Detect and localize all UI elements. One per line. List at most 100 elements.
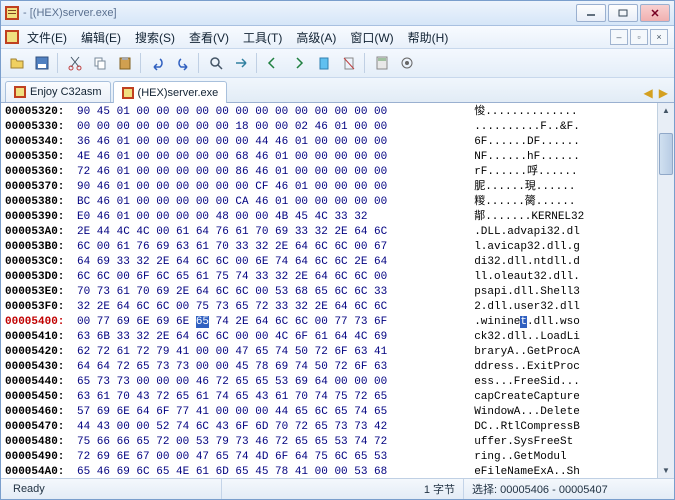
hex-bytes[interactable]: 36 46 01 00 00 00 00 00 00 44 46 01 00 0… [77, 135, 461, 150]
menu-file[interactable]: 文件(E) [21, 27, 73, 48]
hex-bytes[interactable]: 64 64 72 65 73 73 00 00 45 78 69 74 50 7… [77, 360, 461, 375]
hex-bytes[interactable]: 00 00 00 00 00 00 00 00 18 00 00 02 46 0… [77, 120, 461, 135]
hex-bytes[interactable]: 00 77 69 6E 69 6E 65 74 2E 64 6C 6C 00 7… [77, 315, 461, 330]
tb-bookmark-clear-icon[interactable] [337, 51, 361, 75]
hex-row[interactable]: 00005470:44 43 00 00 52 74 6C 43 6F 6D 7… [5, 420, 653, 435]
hex-bytes[interactable]: 63 61 70 43 72 65 61 74 65 43 61 70 74 7… [77, 390, 461, 405]
hex-bytes[interactable]: 75 66 66 65 72 00 53 79 73 46 72 65 65 5… [77, 435, 461, 450]
hex-row[interactable]: 000053F0:32 2E 64 6C 6C 00 75 73 65 72 3… [5, 300, 653, 315]
mdi-restore[interactable]: ▫ [630, 29, 648, 45]
hex-row[interactable]: 00005380:BC 46 01 00 00 00 00 00 CA 46 0… [5, 195, 653, 210]
hex-row[interactable]: 00005460:57 69 6E 64 6F 77 41 00 00 00 4… [5, 405, 653, 420]
tb-bookmark-toggle-icon[interactable] [312, 51, 336, 75]
hex-bytes[interactable]: 6C 6C 00 6F 6C 65 61 75 74 33 32 2E 64 6… [77, 270, 461, 285]
mdi-minimize[interactable]: – [610, 29, 628, 45]
tb-save-icon[interactable] [30, 51, 54, 75]
hex-ascii[interactable]: 2.dll.user32.dll [474, 300, 580, 315]
hex-ascii[interactable]: di32.dll.ntdll.d [474, 255, 580, 270]
hex-row[interactable]: 00005400:00 77 69 6E 69 6E 65 74 2E 64 6… [5, 315, 653, 330]
vertical-scrollbar[interactable]: ▲ ▼ [657, 103, 674, 478]
hex-bytes[interactable]: 70 73 61 70 69 2E 64 6C 6C 00 53 68 65 6… [77, 285, 461, 300]
hex-row[interactable]: 000053E0:70 73 61 70 69 2E 64 6C 6C 00 5… [5, 285, 653, 300]
hex-row[interactable]: 00005340:36 46 01 00 00 00 00 00 00 44 4… [5, 135, 653, 150]
hex-ascii[interactable]: DC..RtlCompressB [474, 420, 580, 435]
hex-bytes[interactable]: 44 43 00 00 52 74 6C 43 6F 6D 70 72 65 7… [77, 420, 461, 435]
hex-row[interactable]: 00005480:75 66 66 65 72 00 53 79 73 46 7… [5, 435, 653, 450]
hex-ascii[interactable]: 悛.............. [474, 105, 577, 120]
hex-bytes[interactable]: 90 46 01 00 00 00 00 00 00 CF 46 01 00 0… [77, 180, 461, 195]
scroll-up-icon[interactable]: ▲ [658, 103, 674, 118]
tb-calc-icon[interactable] [370, 51, 394, 75]
hex-bytes[interactable]: 32 2E 64 6C 6C 00 75 73 65 72 33 32 2E 6… [77, 300, 461, 315]
menu-search[interactable]: 搜索(S) [129, 27, 181, 48]
hex-ascii[interactable]: ddress..ExitProc [474, 360, 580, 375]
tb-redo-icon[interactable] [171, 51, 195, 75]
hex-ascii[interactable]: 胒......現...... [474, 180, 575, 195]
hex-row[interactable]: 000053B0:6C 00 61 76 69 63 61 70 33 32 2… [5, 240, 653, 255]
hex-content[interactable]: 00005320:90 45 01 00 00 00 00 00 00 00 0… [1, 103, 657, 478]
hex-ascii[interactable]: ck32.dll..LoadLi [474, 330, 580, 345]
hex-ascii[interactable]: psapi.dll.Shell3 [474, 285, 580, 300]
hex-row[interactable]: 000053D0:6C 6C 00 6F 6C 65 61 75 74 33 3… [5, 270, 653, 285]
hex-bytes[interactable]: 65 46 69 6C 65 4E 61 6D 65 45 78 41 00 0… [77, 465, 461, 478]
scroll-thumb[interactable] [659, 133, 673, 175]
hex-ascii[interactable]: WindowA...Delete [474, 405, 580, 420]
hex-ascii[interactable]: ring..GetModul [474, 450, 566, 465]
tb-cut-icon[interactable] [63, 51, 87, 75]
hex-ascii[interactable]: uffer.SysFreeSt [474, 435, 573, 450]
menu-view[interactable]: 查看(V) [183, 27, 235, 48]
hex-bytes[interactable]: 63 6B 33 32 2E 64 6C 6C 00 00 4C 6F 61 6… [77, 330, 461, 345]
hex-row[interactable]: 00005440:65 73 73 00 00 00 46 72 65 65 5… [5, 375, 653, 390]
hex-ascii[interactable]: braryA..GetProcA [474, 345, 580, 360]
hex-row[interactable]: 00005350:4E 46 01 00 00 00 00 00 68 46 0… [5, 150, 653, 165]
hex-row[interactable]: 00005430:64 64 72 65 73 73 00 00 45 78 6… [5, 360, 653, 375]
hex-ascii[interactable]: l.avicap32.dll.g [474, 240, 580, 255]
tb-bookmark-prev-icon[interactable] [262, 51, 286, 75]
tab-server-exe[interactable]: (HEX)server.exe [113, 81, 228, 103]
hex-row[interactable]: 00005490:72 69 6E 67 00 00 47 65 74 4D 6… [5, 450, 653, 465]
tb-paste-icon[interactable] [113, 51, 137, 75]
mdi-close[interactable]: × [650, 29, 668, 45]
tb-bookmark-next-icon[interactable] [287, 51, 311, 75]
hex-ascii[interactable]: ..........F..&F. [474, 120, 580, 135]
hex-ascii[interactable]: NF......hF...... [474, 150, 580, 165]
hex-ascii[interactable]: eFileNameExA..Sh [474, 465, 580, 478]
hex-row[interactable]: 00005370:90 46 01 00 00 00 00 00 00 CF 4… [5, 180, 653, 195]
hex-bytes[interactable]: 64 69 33 32 2E 64 6C 6C 00 6E 74 64 6C 6… [77, 255, 461, 270]
tab-prev-icon[interactable]: ◀ [642, 86, 655, 100]
hex-row[interactable]: 00005320:90 45 01 00 00 00 00 00 00 00 0… [5, 105, 653, 120]
hex-ascii[interactable]: 6F......DF...... [474, 135, 580, 150]
hex-row[interactable]: 00005420:62 72 61 72 79 41 00 00 47 65 7… [5, 345, 653, 360]
hex-ascii[interactable]: ll.oleaut32.dll. [474, 270, 580, 285]
hex-ascii[interactable]: 糉......膐...... [474, 195, 575, 210]
hex-row[interactable]: 000053A0:2E 44 4C 4C 00 61 64 76 61 70 6… [5, 225, 653, 240]
hex-row[interactable]: 000053C0:64 69 33 32 2E 64 6C 6C 00 6E 7… [5, 255, 653, 270]
hex-ascii[interactable]: 鄁.......KERNEL32 [474, 210, 584, 225]
hex-bytes[interactable]: 90 45 01 00 00 00 00 00 00 00 00 00 00 0… [77, 105, 461, 120]
hex-ascii[interactable]: ess...FreeSid... [474, 375, 580, 390]
tb-open-icon[interactable] [5, 51, 29, 75]
hex-bytes[interactable]: 2E 44 4C 4C 00 61 64 76 61 70 69 33 32 2… [77, 225, 461, 240]
hex-bytes[interactable]: 62 72 61 72 79 41 00 00 47 65 74 50 72 6… [77, 345, 461, 360]
title-bar[interactable]: - [(HEX)server.exe] [1, 1, 674, 26]
tab-enjoy[interactable]: Enjoy C32asm [5, 81, 111, 102]
hex-bytes[interactable]: 65 73 73 00 00 00 46 72 65 65 53 69 64 0… [77, 375, 461, 390]
tb-copy-icon[interactable] [88, 51, 112, 75]
hex-row[interactable]: 00005390:E0 46 01 00 00 00 00 48 00 00 4… [5, 210, 653, 225]
hex-row[interactable]: 00005360:72 46 01 00 00 00 00 00 86 46 0… [5, 165, 653, 180]
close-button[interactable] [640, 4, 670, 22]
tab-next-icon[interactable]: ▶ [657, 86, 670, 100]
tb-goto-icon[interactable] [229, 51, 253, 75]
hex-row[interactable]: 000054A0:65 46 69 6C 65 4E 61 6D 65 45 7… [5, 465, 653, 478]
hex-ascii[interactable]: .DLL.advapi32.dl [474, 225, 580, 240]
hex-bytes[interactable]: 6C 00 61 76 69 63 61 70 33 32 2E 64 6C 6… [77, 240, 461, 255]
hex-bytes[interactable]: 72 69 6E 67 00 00 47 65 74 4D 6F 64 75 6… [77, 450, 461, 465]
menu-help[interactable]: 帮助(H) [402, 27, 455, 48]
tb-find-icon[interactable] [204, 51, 228, 75]
hex-bytes[interactable]: E0 46 01 00 00 00 00 48 00 00 4B 45 4C 3… [77, 210, 461, 225]
hex-ascii[interactable]: .wininet.dll.wso [474, 315, 580, 330]
menu-tools[interactable]: 工具(T) [237, 27, 288, 48]
menu-advanced[interactable]: 高级(A) [290, 27, 342, 48]
tb-options-icon[interactable] [395, 51, 419, 75]
hex-bytes[interactable]: BC 46 01 00 00 00 00 00 CA 46 01 00 00 0… [77, 195, 461, 210]
